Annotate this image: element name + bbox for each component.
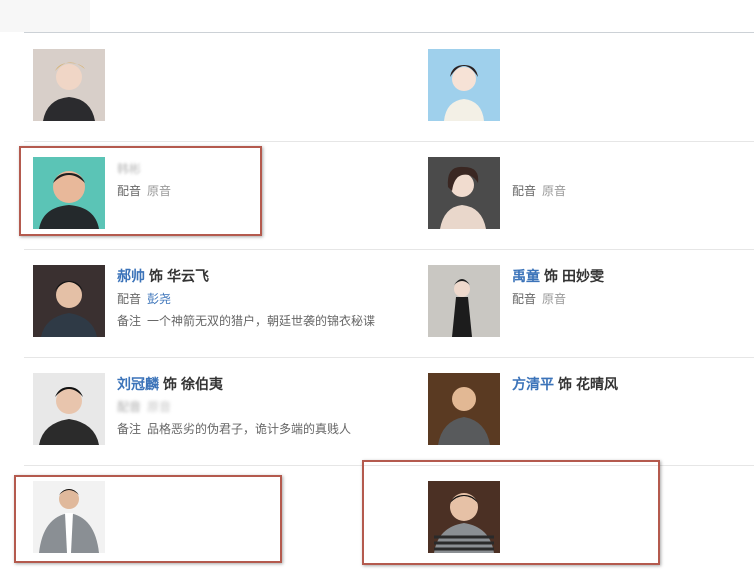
note-label: 备注 xyxy=(117,314,142,328)
dub-value: 原音 xyxy=(147,400,172,414)
dub-label: 配音 xyxy=(117,400,142,414)
actor-name[interactable]: 郝帅 xyxy=(117,268,145,284)
role-prefix: 饰 xyxy=(558,376,572,392)
actor-name[interactable]: 禹童 xyxy=(512,268,540,284)
actor-avatar[interactable] xyxy=(33,49,105,121)
header-divider xyxy=(24,32,754,33)
dub-value: 原音 xyxy=(542,292,567,306)
role-prefix: 饰 xyxy=(149,268,163,284)
note-value: 品格恶劣的伪君子，诡计多端的真贱人 xyxy=(147,422,352,436)
actor-name[interactable]: 方清平 xyxy=(512,376,554,392)
note-label: 备注 xyxy=(117,422,142,436)
actor-avatar[interactable] xyxy=(428,373,500,445)
cast-card[interactable]: 配音 原音 xyxy=(428,157,754,247)
row-divider xyxy=(24,249,754,250)
dub-label: 配音 xyxy=(117,292,142,306)
cast-card[interactable]: 方清平饰花晴风 xyxy=(428,373,754,463)
dub-label: 配音 xyxy=(512,292,537,306)
actor-avatar[interactable] xyxy=(428,49,500,121)
actor-name[interactable]: 刘冠麟 xyxy=(117,376,159,392)
row-divider xyxy=(24,357,754,358)
row-divider xyxy=(24,141,754,142)
actor-avatar[interactable] xyxy=(428,265,500,337)
role-name: 田妙雯 xyxy=(562,268,604,284)
dub-value[interactable]: 彭尧 xyxy=(147,292,171,306)
dub-label: 配音 xyxy=(512,184,537,198)
cast-card[interactable]: 郝帅饰华云飞 配音 彭尧 备注 一个神箭无双的猎户，朝廷世袭的锦衣秘谍 xyxy=(33,265,383,355)
role-prefix: 饰 xyxy=(163,376,177,392)
role-name: 花晴风 xyxy=(576,376,618,392)
cast-card[interactable]: 禹童饰田妙雯 配音 原音 xyxy=(428,265,754,355)
note-value: 一个神箭无双的猎户，朝廷世袭的锦衣秘谍 xyxy=(147,314,376,328)
cast-card[interactable] xyxy=(428,49,754,139)
tab-area xyxy=(0,0,90,32)
actor-avatar[interactable] xyxy=(33,265,105,337)
annotation-box xyxy=(14,475,282,563)
actor-avatar[interactable] xyxy=(428,157,500,229)
role-prefix: 饰 xyxy=(544,268,558,284)
cast-card[interactable]: 刘冠麟饰徐伯夷 配音 原音 备注 品格恶劣的伪君子，诡计多端的真贱人 xyxy=(33,373,383,463)
cast-card[interactable] xyxy=(33,49,383,139)
annotation-box xyxy=(362,460,660,565)
annotation-box xyxy=(19,146,262,236)
role-name: 徐伯夷 xyxy=(181,376,223,392)
role-name: 华云飞 xyxy=(167,268,209,284)
dub-value: 原音 xyxy=(542,184,567,198)
actor-avatar[interactable] xyxy=(33,373,105,445)
